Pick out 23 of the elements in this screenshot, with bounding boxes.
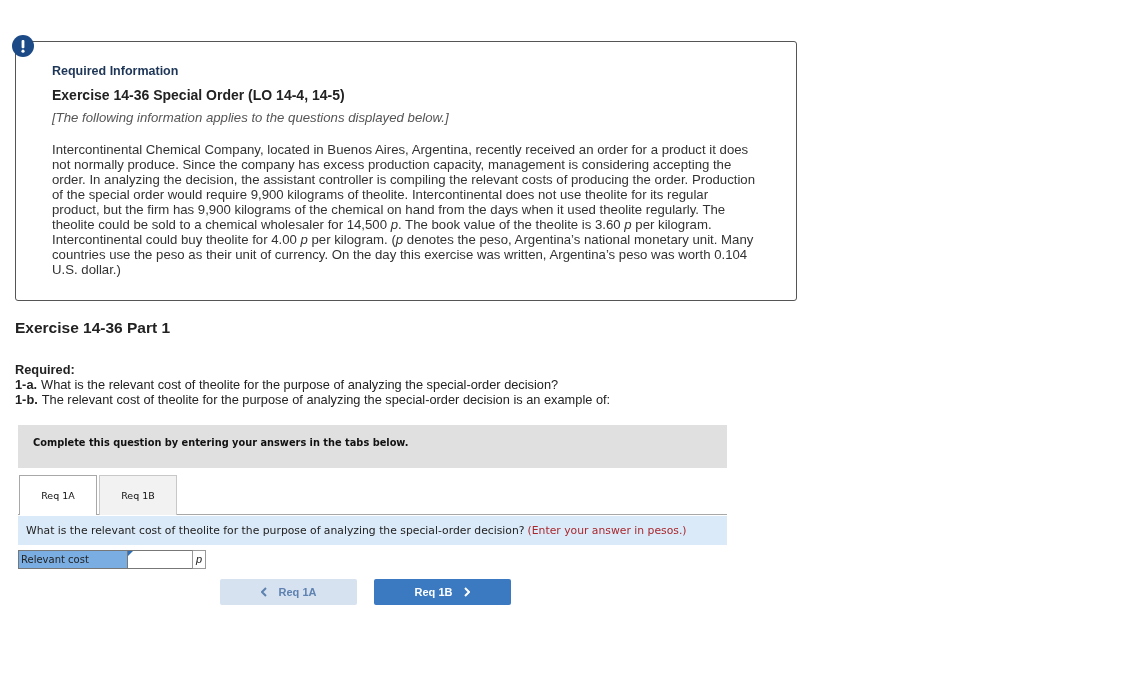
section-heading: Required Information	[52, 63, 179, 79]
corner-marker-icon	[128, 551, 133, 556]
problem-text: Intercontinental Chemical Company, located in Buenos Aires, Argentina, recently received an order for a product it does not normally produce. Since the company has excess production capacity, management is considering accepting the order. In analyzing the decision, the assistant controller is compiling the relevant costs of producing the order. Production of the special order would require 9,900 kilograms of theolite. Intercontinental does not use theolite for its regular product, but the firm has 9,900 kilograms of the chemical on hand from the days when it used theolite regularly. The theolite could be sold to a chemical wholesaler for 14,500 p. The book value of the theolite is 3.60 p per kilogram. Intercontinental could buy theolite for 4.00 p per kilogram. (p denotes the peso, Argentina’s national monetary unit. Many countries use the peso as their unit of currency. On the day this exercise was written, Argentina’s peso was worth 0.104 U.S. dollar.)	[52, 142, 756, 277]
chevron-left-icon	[260, 587, 267, 597]
nav-button[interactable]: Req 1B	[374, 579, 511, 605]
chevron-right-icon	[464, 587, 471, 597]
requirement-number: 1-a.	[15, 377, 38, 392]
unit-label: p	[193, 550, 206, 569]
answer-hint: (Enter your answer in pesos.)	[527, 524, 687, 537]
info-note: [The following information applies to the questions displayed below.]	[52, 110, 449, 126]
question-text: What is the relevant cost of theolite for the purpose of analyzing the special-order decision?	[26, 524, 525, 537]
required-label: Required:	[15, 362, 75, 377]
exercise-title: Exercise 14-36 Special Order (LO 14-4, 14-5)	[52, 86, 345, 104]
instructions-banner: Complete this question by entering your answers in the tabs below.	[18, 425, 727, 468]
requirement-text: What is the relevant cost of theolite for the purpose of analyzing the special-order decision?	[41, 377, 559, 392]
requirement-tab[interactable]: Req 1B	[99, 475, 177, 515]
requirement-tab[interactable]: Req 1A	[19, 475, 97, 515]
field-label: Relevant cost	[18, 550, 127, 569]
alert-icon	[12, 35, 34, 57]
requirement-number: 1-b.	[15, 392, 38, 407]
part-title: Exercise 14-36 Part 1	[15, 318, 171, 338]
requirement-text: The relevant cost of theolite for the purpose of analyzing the special-order decision is an example of:	[41, 392, 611, 407]
answer-input[interactable]	[127, 550, 193, 569]
